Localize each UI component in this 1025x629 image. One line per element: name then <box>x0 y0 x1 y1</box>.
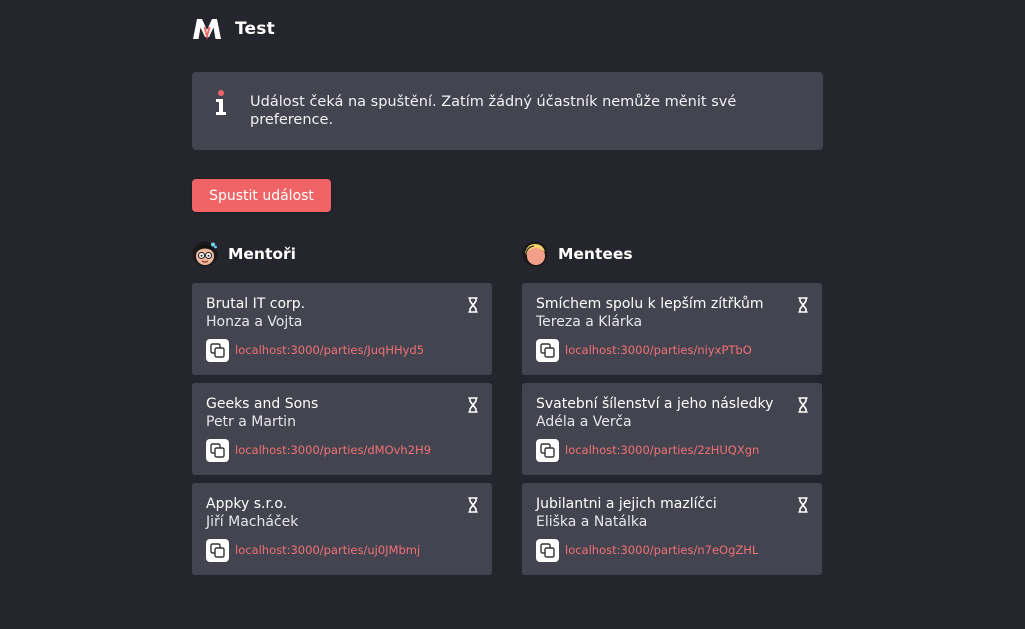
party-link[interactable]: localhost:3000/parties/dMOvh2H9 <box>235 443 431 457</box>
hourglass-icon <box>468 497 478 513</box>
party-members: Jiří Macháček <box>206 514 299 530</box>
party-link[interactable]: localhost:3000/parties/niyxPTbO <box>565 343 752 357</box>
mentee-avatar-icon <box>522 241 548 267</box>
page-header: Test <box>192 15 275 43</box>
party-name: Brutal IT corp. <box>206 296 306 312</box>
mentor-party-card: Brutal IT corp. Honza a Vojta localhost:… <box>192 283 492 375</box>
copy-icon <box>210 443 225 458</box>
mentors-heading-label: Mentoři <box>228 245 296 263</box>
mentee-party-card: Svatební šílenství a jeho následky Adéla… <box>522 383 822 475</box>
copy-link-button[interactable] <box>536 339 559 362</box>
party-members: Honza a Vojta <box>206 314 303 330</box>
party-members: Tereza a Klárka <box>536 314 643 330</box>
info-icon <box>216 90 226 115</box>
mentee-party-card: Smíchem spolu k lepším zítřkům Tereza a … <box>522 283 822 375</box>
m-logo-icon[interactable] <box>192 17 222 41</box>
copy-link-button[interactable] <box>536 539 559 562</box>
mentor-party-card: Appky s.r.o. Jiří Macháček localhost:300… <box>192 483 492 575</box>
party-link[interactable]: localhost:3000/parties/uj0JMbmj <box>235 543 420 557</box>
hourglass-icon <box>798 297 808 313</box>
copy-link-button[interactable] <box>206 539 229 562</box>
party-members: Adéla a Verča <box>536 414 632 430</box>
party-name: Jubilantni a jejich mazlíčci <box>536 496 717 512</box>
mentor-party-card: Geeks and Sons Petr a Martin localhost:3… <box>192 383 492 475</box>
info-message: Událost čeká na spuštění. Zatím žádný úč… <box>250 94 737 128</box>
party-name: Svatební šílenství a jeho následky <box>536 396 774 412</box>
party-link[interactable]: localhost:3000/parties/2zHUQXgn <box>565 443 759 457</box>
page-title: Test <box>235 19 275 39</box>
hourglass-icon <box>798 497 808 513</box>
mentees-heading-label: Mentees <box>558 245 633 263</box>
party-members: Petr a Martin <box>206 414 296 430</box>
hourglass-icon <box>468 297 478 313</box>
copy-link-button[interactable] <box>206 439 229 462</box>
party-name: Smíchem spolu k lepším zítřkům <box>536 296 764 312</box>
copy-icon <box>540 343 555 358</box>
copy-icon <box>540 543 555 558</box>
hourglass-icon <box>798 397 808 413</box>
mentee-party-card: Jubilantni a jejich mazlíčci Eliška a Na… <box>522 483 822 575</box>
copy-icon <box>210 543 225 558</box>
party-name: Geeks and Sons <box>206 396 319 412</box>
party-link[interactable]: localhost:3000/parties/n7eOgZHL <box>565 543 758 557</box>
party-members: Eliška a Natálka <box>536 514 648 530</box>
copy-icon <box>540 443 555 458</box>
copy-icon <box>210 343 225 358</box>
copy-link-button[interactable] <box>536 439 559 462</box>
hourglass-icon <box>468 397 478 413</box>
start-event-button[interactable]: Spustit událost <box>192 179 331 212</box>
mentor-avatar-icon <box>192 241 218 267</box>
party-link[interactable]: localhost:3000/parties/JuqHHyd5 <box>235 343 424 357</box>
party-name: Appky s.r.o. <box>206 496 288 512</box>
mentors-heading: Mentoři <box>192 241 296 267</box>
copy-link-button[interactable] <box>206 339 229 362</box>
mentees-heading: Mentees <box>522 241 633 267</box>
